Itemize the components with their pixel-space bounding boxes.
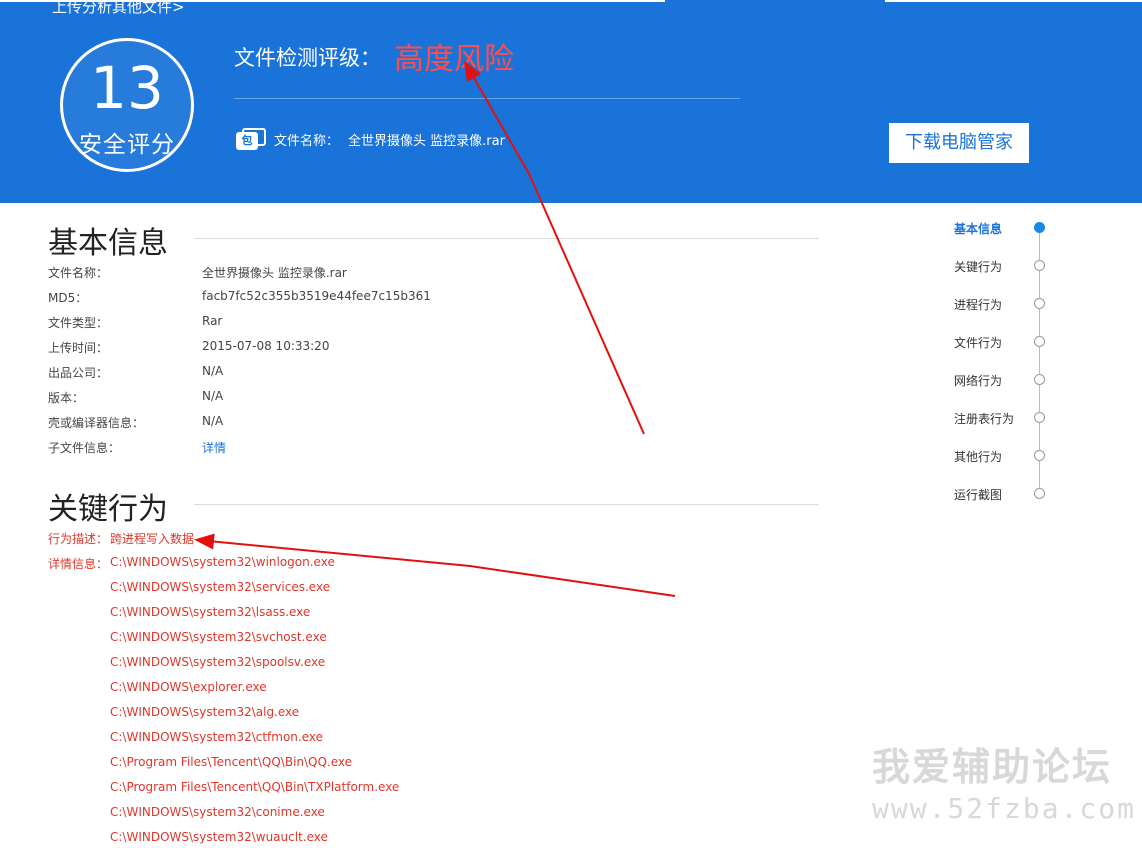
watermark-url: www.52fzba.com	[872, 792, 1137, 825]
annotation-arrows	[194, 60, 676, 597]
arrow-to-rating	[464, 60, 645, 435]
arrow-to-behavior	[194, 533, 676, 597]
watermark-text: 我爱辅助论坛	[872, 745, 1113, 789]
